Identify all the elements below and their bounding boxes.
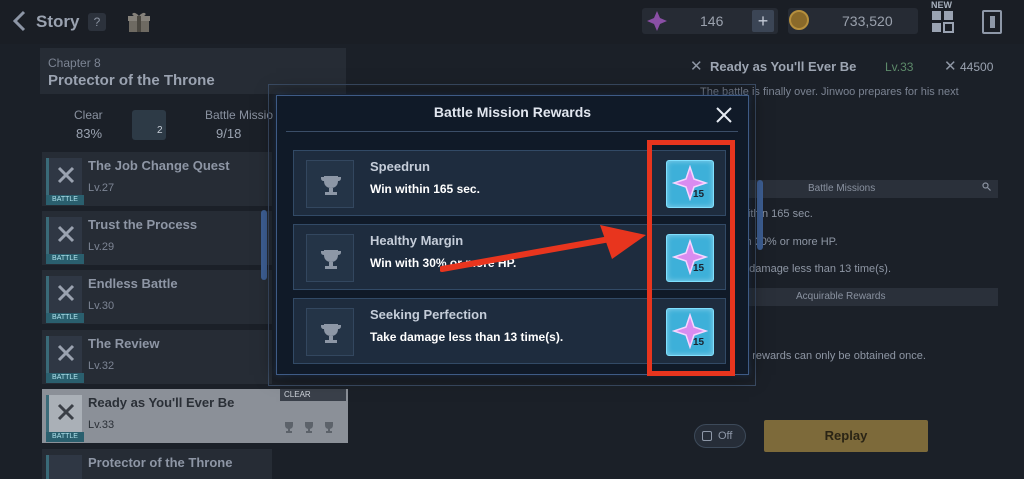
battle-tag: BATTLE [46,254,84,264]
battle-missions-label: Battle Missio [205,108,274,122]
crossed-swords-icon [46,455,82,479]
crossed-swords-icon: ✕ [690,58,703,75]
clear-status-tag: CLEAR [280,389,346,401]
rewards-note: ry rewards can only be obtained once. [740,350,926,362]
replay-button[interactable]: Replay [764,420,928,452]
stage-power: 44500 [960,60,994,74]
quest-level: Lv.32 [88,360,115,372]
toggle-knob [702,431,712,441]
close-icon[interactable] [714,105,734,125]
modal-glow [757,180,763,250]
mission-description: Take damage less than 13 time(s). [370,330,564,344]
quest-name: The Review [88,336,160,351]
quest-level: Lv.27 [88,182,115,194]
quest-name: Ready as You'll Ever Be [88,395,235,410]
add-gems-button[interactable]: + [752,10,774,32]
gem-icon [646,10,668,32]
dialog-title: Battle Mission Rewards [433,104,592,120]
crossed-swords-icon [46,276,82,318]
quest-level: Lv.33 [88,419,115,431]
battle-tag: BATTLE [46,373,84,383]
toggle-label: Off [718,430,733,442]
quest-name: Trust the Process [88,217,198,232]
acquirable-rewards-title: Acquirable Rewards [796,291,886,302]
quest-item[interactable]: BATTLE The Job Change Quest Lv.27 [42,152,272,206]
battle-tag: BATTLE [46,313,84,323]
help-button[interactable]: ? [88,13,106,31]
quest-name: Endless Battle [88,276,178,291]
quest-level: Lv.29 [88,241,115,253]
mission-line: e damage less than 13 time(s). [740,263,892,275]
back-arrow-icon[interactable] [12,10,30,32]
quest-item[interactable]: Protector of the Throne [42,449,272,479]
modal-glow [261,210,267,280]
quest-name: Protector of the Throne [88,455,233,470]
mission-name: Seeking Perfection [370,307,488,322]
power-icon: ✕ [944,58,957,75]
reward-thumbnail-count: 2 [157,125,163,136]
battle-missions-progress: 9/18 [216,126,242,141]
quest-name: The Job Change Quest [88,158,230,173]
quest-item[interactable]: BATTLE The Review Lv.32 [42,330,272,384]
battle-tag: BATTLE [46,432,84,442]
battle-tag: BATTLE [46,195,84,205]
dialog-divider [286,131,738,132]
chapter-title: Protector of the Throne [48,72,215,89]
trophy-icon [306,160,354,208]
crossed-swords-icon [46,336,82,378]
red-arrow-annotation [440,225,646,272]
gift-icon[interactable] [126,10,152,34]
crossed-swords-icon [46,158,82,200]
gold-coin-icon [789,10,809,30]
exit-door-icon[interactable] [982,10,1002,34]
crossed-swords-icon [46,395,82,437]
trophy-icon [305,422,313,433]
clear-percentage: 83% [76,126,103,141]
gem-count: 146 [700,13,724,29]
page-title: Story [36,12,80,31]
crossed-swords-icon [46,217,82,259]
trophy-icon [325,422,333,433]
quest-item[interactable]: BATTLE Trust the Process Lv.29 [42,211,272,265]
red-highlight-box [647,140,735,376]
mission-description: Win within 165 sec. [370,182,480,196]
new-badge: NEW [931,0,952,10]
chapter-label: Chapter 8 [48,56,101,70]
quest-level: Lv.30 [88,300,115,312]
trophy-icon [306,234,354,282]
quest-item[interactable]: BATTLE Endless Battle Lv.30 [42,270,272,324]
mission-name: Speedrun [370,159,430,174]
trophy-icon [285,422,293,433]
trophy-icon [306,308,354,356]
battle-missions-title: Battle Missions [808,183,876,194]
clear-label: Clear [74,108,103,122]
stage-name: Ready as You'll Ever Be [710,59,857,74]
gold-count: 733,520 [842,13,893,29]
menu-grid-icon[interactable] [931,10,955,34]
stage-level: Lv.33 [885,60,914,74]
search-icon[interactable] [982,182,991,193]
